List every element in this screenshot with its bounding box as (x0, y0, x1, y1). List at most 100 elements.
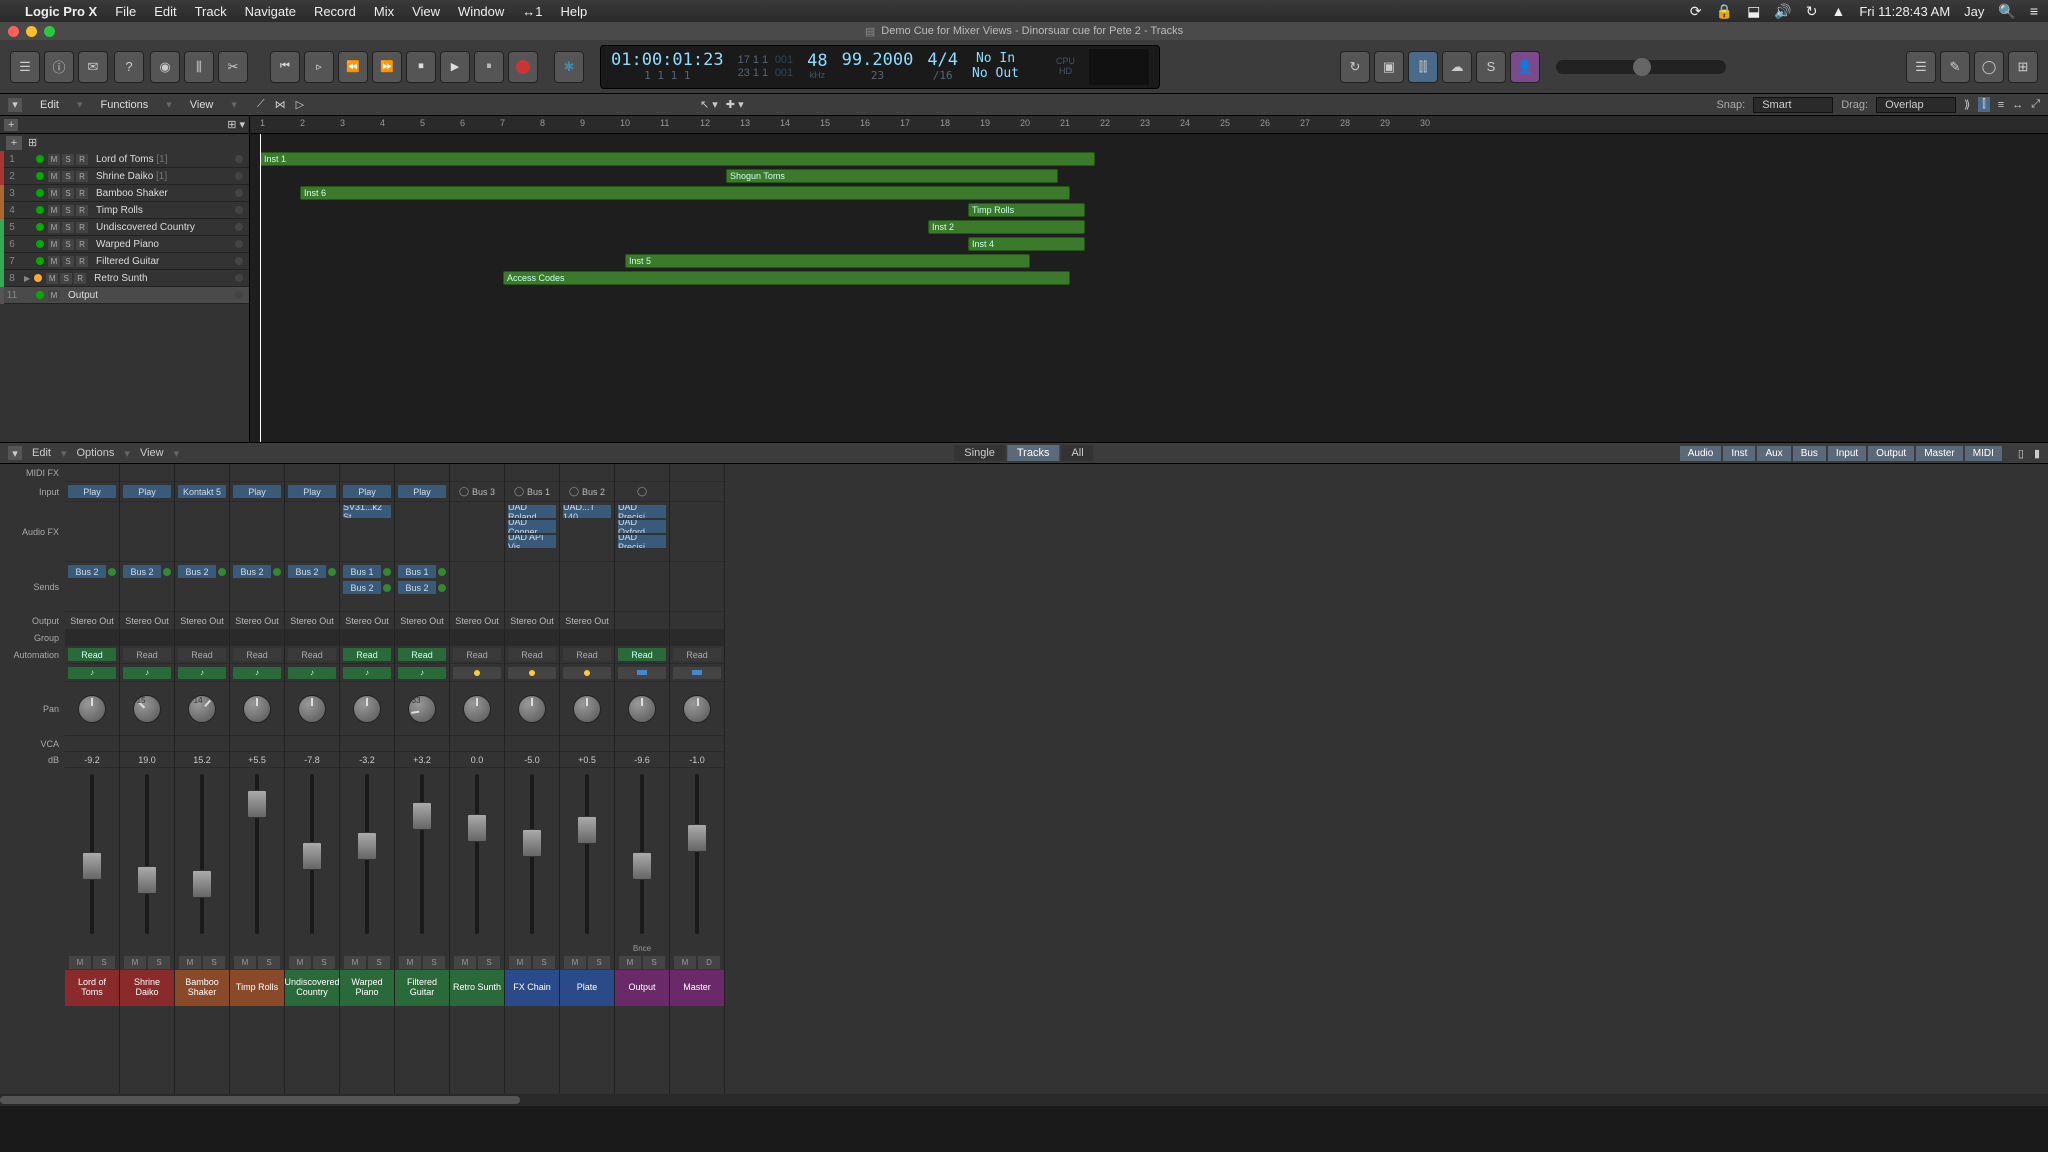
vca-slot[interactable] (175, 736, 229, 752)
track-header[interactable]: 5MSRUndiscovered Country (0, 219, 249, 236)
pan-knob[interactable]: -33 (408, 695, 436, 723)
audiofx-slot[interactable]: UAD Cooper (508, 520, 556, 533)
solo-button[interactable]: S (533, 956, 555, 969)
mute-button[interactable]: M (509, 956, 531, 969)
mute-button[interactable]: M (289, 956, 311, 969)
solo-button[interactable]: S (313, 956, 335, 969)
record-enable-button[interactable]: R (76, 154, 88, 165)
region[interactable]: Inst 1 (260, 152, 1095, 166)
editors-button[interactable]: ✂ (218, 51, 248, 83)
mute-button[interactable]: M (48, 154, 60, 165)
track-icon[interactable]: ♪ (398, 667, 446, 679)
volume-icon[interactable]: 🔊 (1774, 3, 1791, 20)
send-slot[interactable]: Bus 2 (68, 565, 106, 578)
clock[interactable]: Fri 11:28:43 AM (1859, 4, 1950, 19)
input-slot[interactable]: Play (123, 485, 171, 498)
send-knob[interactable] (438, 584, 446, 592)
solo-button[interactable]: S (93, 956, 115, 969)
pan-knob[interactable] (298, 695, 326, 723)
alt-tool[interactable]: ✚ ▾ (726, 98, 744, 111)
notifications-icon[interactable]: ≡ (2030, 3, 2038, 19)
pan-knob[interactable] (463, 695, 491, 723)
vca-slot[interactable] (450, 736, 504, 752)
channel-name[interactable]: Warped Piano (340, 970, 394, 1006)
track-name[interactable]: Warped Piano (92, 239, 231, 250)
track-name[interactable]: Retro Sunth (90, 273, 231, 284)
output-slot[interactable]: Stereo Out (345, 616, 389, 626)
sync-button[interactable]: 👤 (1510, 51, 1540, 83)
track-name[interactable]: Shrine Daiko [1] (92, 171, 231, 182)
record-enable-button[interactable]: R (76, 205, 88, 216)
track-header[interactable]: 3MSRBamboo Shaker (0, 185, 249, 202)
dropbox-icon[interactable]: ⬓ (1747, 3, 1760, 20)
vca-slot[interactable] (505, 736, 559, 752)
group-slot[interactable] (670, 630, 724, 646)
group-slot[interactable] (395, 630, 449, 646)
output-slot[interactable]: Stereo Out (565, 616, 609, 626)
automation-mode[interactable]: Read (123, 648, 171, 661)
vca-slot[interactable] (615, 736, 669, 752)
fader[interactable] (200, 774, 204, 934)
menu-edit[interactable]: Edit (154, 4, 176, 19)
automation-mode[interactable]: Read (233, 648, 281, 661)
filter-tab-audio[interactable]: Audio (1680, 446, 1722, 461)
mute-button[interactable]: M (48, 171, 60, 182)
audiofx-slot[interactable]: UAD Precisi (618, 535, 666, 548)
audiofx-slot[interactable]: UAD Oxford (618, 520, 666, 533)
automation-toggle[interactable]: ⟋ (257, 98, 265, 111)
quick-help-button[interactable]: ✉ (78, 51, 108, 83)
input-icon[interactable]: ◯ (459, 486, 469, 497)
pan-knob[interactable] (518, 695, 546, 723)
library-button[interactable]: ☰ (10, 51, 40, 83)
pan-knob[interactable] (243, 695, 271, 723)
track-icon[interactable]: ♪ (68, 667, 116, 679)
input-slot[interactable]: Play (398, 485, 446, 498)
tracks-menu-button[interactable]: ▾ (8, 98, 22, 112)
group-slot[interactable] (505, 630, 559, 646)
menu-↔1[interactable]: ↔1 (522, 4, 542, 19)
mixer-edit[interactable]: Edit (32, 447, 51, 459)
group-slot[interactable] (340, 630, 394, 646)
play-button[interactable]: ▶ (440, 51, 470, 83)
menu-help[interactable]: Help (561, 4, 588, 19)
input-slot[interactable]: Play (288, 485, 336, 498)
playhead[interactable] (260, 134, 261, 442)
count-in-button[interactable]: ☁ (1442, 51, 1472, 83)
track-icon[interactable] (618, 667, 666, 679)
close-window-button[interactable] (8, 26, 19, 37)
channel-name[interactable]: Shrine Daiko (120, 970, 174, 1006)
channel-name[interactable]: Lord of Toms (65, 970, 119, 1006)
track-icon[interactable] (453, 667, 501, 679)
filter-tab-inst[interactable]: Inst (1723, 446, 1755, 461)
automation-mode[interactable]: Read (343, 648, 391, 661)
mixer-options[interactable]: Options (77, 447, 115, 459)
fader[interactable] (585, 774, 589, 934)
arrange-area[interactable]: Inst 1Shogun TomsInst 6Timp RollsInst 2I… (250, 134, 2048, 442)
track-header[interactable]: 11MOutput (0, 287, 249, 304)
fader[interactable] (530, 774, 534, 934)
record-enable-button[interactable]: R (74, 273, 86, 284)
track-header[interactable]: 4MSRTimp Rolls (0, 202, 249, 219)
mixer-tab-single[interactable]: Single (954, 445, 1005, 461)
mute-button[interactable]: M (48, 290, 60, 301)
track-header[interactable]: 1MSRLord of Toms [1] (0, 151, 249, 168)
subbar-edit[interactable]: Edit (32, 97, 67, 113)
track-options[interactable] (235, 223, 243, 231)
output-slot[interactable]: Stereo Out (510, 616, 554, 626)
pan-knob[interactable] (628, 695, 656, 723)
mute-button[interactable]: M (179, 956, 201, 969)
automation-mode[interactable]: Read (563, 648, 611, 661)
filter-tab-aux[interactable]: Aux (1757, 446, 1790, 461)
user-menu[interactable]: Jay (1964, 4, 1984, 19)
send-knob[interactable] (383, 584, 391, 592)
track-name[interactable]: Filtered Guitar (92, 256, 231, 267)
automation-mode[interactable]: Read (453, 648, 501, 661)
mute-button[interactable]: M (48, 188, 60, 199)
track-icon[interactable] (563, 667, 611, 679)
output-slot[interactable]: Stereo Out (70, 616, 114, 626)
software-monitoring-button[interactable]: ⫿⫿ (1408, 51, 1438, 83)
duplicate-track-button[interactable]: ⊞ (28, 136, 37, 149)
vca-slot[interactable] (65, 736, 119, 752)
region[interactable]: Shogun Toms (726, 169, 1058, 183)
track-name[interactable]: Undiscovered Country (92, 222, 231, 233)
